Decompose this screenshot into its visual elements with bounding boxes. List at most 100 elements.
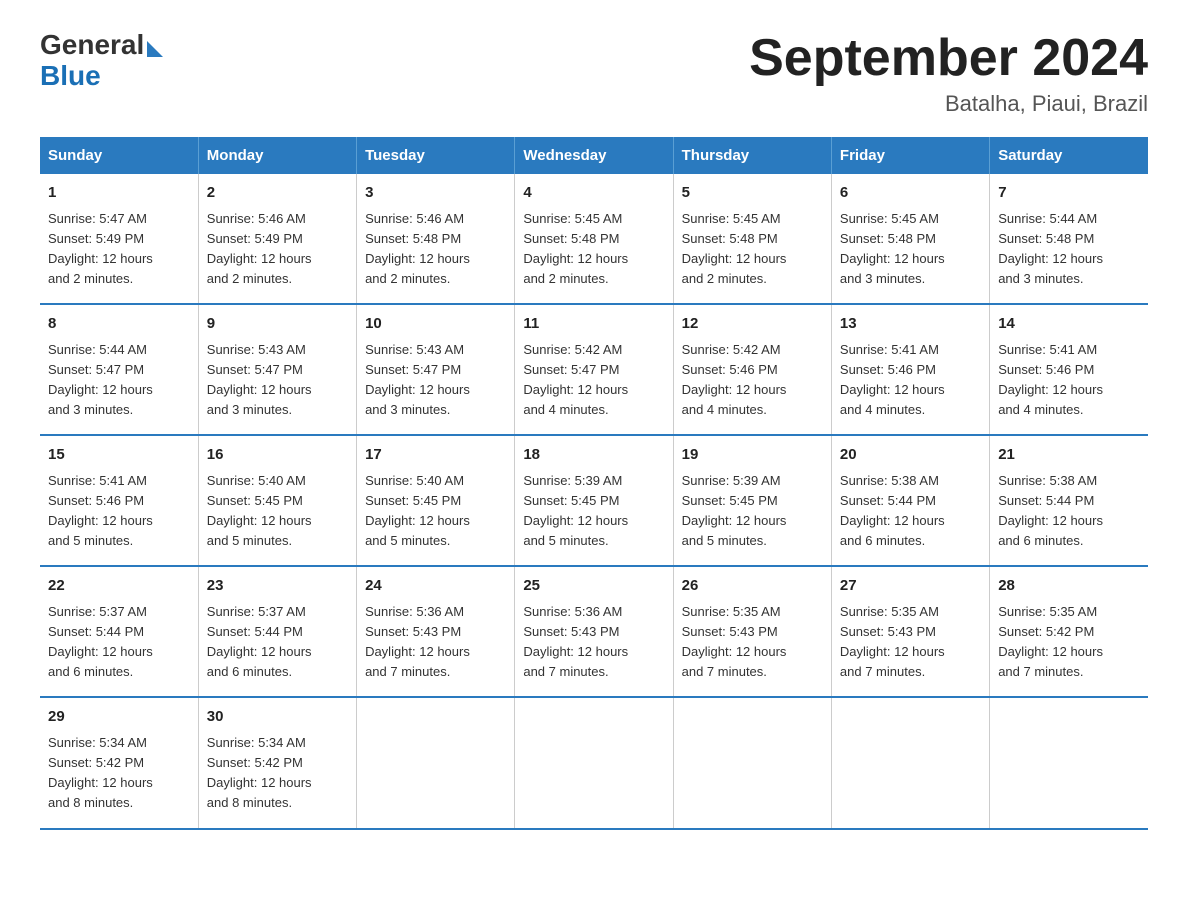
day-number: 8	[48, 313, 190, 336]
day-number: 21	[998, 444, 1140, 467]
day-cell: 10 Sunrise: 5:43 AMSunset: 5:47 PMDayligh…	[357, 304, 515, 435]
day-info: Sunrise: 5:36 AMSunset: 5:43 PMDaylight:…	[523, 602, 664, 683]
day-cell: 22 Sunrise: 5:37 AMSunset: 5:44 PMDayligh…	[40, 566, 198, 697]
calendar-header-row: SundayMondayTuesdayWednesdayThursdayFrid…	[40, 137, 1148, 174]
page-subtitle: Batalha, Piaui, Brazil	[749, 91, 1148, 117]
day-info: Sunrise: 5:43 AMSunset: 5:47 PMDaylight:…	[365, 340, 506, 421]
day-number: 12	[682, 313, 823, 336]
day-info: Sunrise: 5:35 AMSunset: 5:43 PMDaylight:…	[682, 602, 823, 683]
day-cell: 12 Sunrise: 5:42 AMSunset: 5:46 PMDayligh…	[673, 304, 831, 435]
week-row-4: 22 Sunrise: 5:37 AMSunset: 5:44 PMDayligh…	[40, 566, 1148, 697]
day-info: Sunrise: 5:43 AMSunset: 5:47 PMDaylight:…	[207, 340, 348, 421]
day-info: Sunrise: 5:37 AMSunset: 5:44 PMDaylight:…	[207, 602, 348, 683]
day-cell: 17 Sunrise: 5:40 AMSunset: 5:45 PMDayligh…	[357, 435, 515, 566]
day-number: 10	[365, 313, 506, 336]
day-info: Sunrise: 5:40 AMSunset: 5:45 PMDaylight:…	[365, 471, 506, 552]
day-info: Sunrise: 5:45 AMSunset: 5:48 PMDaylight:…	[523, 209, 664, 290]
day-cell: 23 Sunrise: 5:37 AMSunset: 5:44 PMDayligh…	[198, 566, 356, 697]
day-number: 16	[207, 444, 348, 467]
week-row-3: 15 Sunrise: 5:41 AMSunset: 5:46 PMDayligh…	[40, 435, 1148, 566]
week-row-2: 8 Sunrise: 5:44 AMSunset: 5:47 PMDaylight…	[40, 304, 1148, 435]
day-number: 29	[48, 706, 190, 729]
logo: General Blue	[40, 30, 163, 92]
day-cell: 30 Sunrise: 5:34 AMSunset: 5:42 PMDayligh…	[198, 697, 356, 828]
day-info: Sunrise: 5:39 AMSunset: 5:45 PMDaylight:…	[523, 471, 664, 552]
day-cell: 6Sunrise: 5:45 AMSunset: 5:48 PMDaylight…	[831, 174, 989, 304]
day-cell: 16 Sunrise: 5:40 AMSunset: 5:45 PMDayligh…	[198, 435, 356, 566]
day-info: Sunrise: 5:44 AMSunset: 5:48 PMDaylight:…	[998, 209, 1140, 290]
day-number: 15	[48, 444, 190, 467]
day-number: 24	[365, 575, 506, 598]
logo-general: General	[40, 30, 144, 61]
day-cell: 13Sunrise: 5:41 AMSunset: 5:46 PMDayligh…	[831, 304, 989, 435]
header-saturday: Saturday	[990, 137, 1148, 174]
header-thursday: Thursday	[673, 137, 831, 174]
day-info: Sunrise: 5:46 AMSunset: 5:48 PMDaylight:…	[365, 209, 506, 290]
day-cell: 5Sunrise: 5:45 AMSunset: 5:48 PMDaylight…	[673, 174, 831, 304]
day-cell: 19 Sunrise: 5:39 AMSunset: 5:45 PMDayligh…	[673, 435, 831, 566]
day-cell: 7 Sunrise: 5:44 AMSunset: 5:48 PMDaylight…	[990, 174, 1148, 304]
day-cell: 24 Sunrise: 5:36 AMSunset: 5:43 PMDayligh…	[357, 566, 515, 697]
day-info: Sunrise: 5:45 AMSunset: 5:48 PMDaylight:…	[840, 209, 981, 290]
header-friday: Friday	[831, 137, 989, 174]
day-info: Sunrise: 5:44 AMSunset: 5:47 PMDaylight:…	[48, 340, 190, 421]
day-number: 23	[207, 575, 348, 598]
day-number: 27	[840, 575, 981, 598]
day-cell	[515, 697, 673, 828]
header-sunday: Sunday	[40, 137, 198, 174]
day-number: 20	[840, 444, 981, 467]
day-number: 28	[998, 575, 1140, 598]
day-number: 22	[48, 575, 190, 598]
day-cell: 29Sunrise: 5:34 AMSunset: 5:42 PMDayligh…	[40, 697, 198, 828]
day-cell: 18 Sunrise: 5:39 AMSunset: 5:45 PMDayligh…	[515, 435, 673, 566]
day-info: Sunrise: 5:35 AMSunset: 5:43 PMDaylight:…	[840, 602, 981, 683]
day-info: Sunrise: 5:40 AMSunset: 5:45 PMDaylight:…	[207, 471, 348, 552]
day-number: 19	[682, 444, 823, 467]
day-number: 17	[365, 444, 506, 467]
day-cell: 2 Sunrise: 5:46 AMSunset: 5:49 PMDaylight…	[198, 174, 356, 304]
day-number: 11	[523, 313, 664, 336]
day-cell: 11 Sunrise: 5:42 AMSunset: 5:47 PMDayligh…	[515, 304, 673, 435]
day-cell: 4 Sunrise: 5:45 AMSunset: 5:48 PMDaylight…	[515, 174, 673, 304]
header-wednesday: Wednesday	[515, 137, 673, 174]
header-tuesday: Tuesday	[357, 137, 515, 174]
title-block: September 2024 Batalha, Piaui, Brazil	[749, 30, 1148, 117]
day-cell: 26 Sunrise: 5:35 AMSunset: 5:43 PMDayligh…	[673, 566, 831, 697]
day-info: Sunrise: 5:45 AMSunset: 5:48 PMDaylight:…	[682, 209, 823, 290]
day-cell: 27 Sunrise: 5:35 AMSunset: 5:43 PMDayligh…	[831, 566, 989, 697]
day-number: 9	[207, 313, 348, 336]
day-info: Sunrise: 5:39 AMSunset: 5:45 PMDaylight:…	[682, 471, 823, 552]
day-info: Sunrise: 5:35 AMSunset: 5:42 PMDaylight:…	[998, 602, 1140, 683]
day-number: 30	[207, 706, 348, 729]
day-number: 1	[48, 182, 190, 205]
logo-blue: Blue	[40, 60, 101, 91]
day-cell	[357, 697, 515, 828]
day-info: Sunrise: 5:36 AMSunset: 5:43 PMDaylight:…	[365, 602, 506, 683]
week-row-1: 1Sunrise: 5:47 AMSunset: 5:49 PMDaylight…	[40, 174, 1148, 304]
day-info: Sunrise: 5:42 AMSunset: 5:47 PMDaylight:…	[523, 340, 664, 421]
day-info: Sunrise: 5:46 AMSunset: 5:49 PMDaylight:…	[207, 209, 348, 290]
day-cell	[673, 697, 831, 828]
calendar-table: SundayMondayTuesdayWednesdayThursdayFrid…	[40, 137, 1148, 829]
day-info: Sunrise: 5:42 AMSunset: 5:46 PMDaylight:…	[682, 340, 823, 421]
day-info: Sunrise: 5:38 AMSunset: 5:44 PMDaylight:…	[840, 471, 981, 552]
day-info: Sunrise: 5:34 AMSunset: 5:42 PMDaylight:…	[207, 733, 348, 814]
day-cell: 14Sunrise: 5:41 AMSunset: 5:46 PMDayligh…	[990, 304, 1148, 435]
header-monday: Monday	[198, 137, 356, 174]
day-number: 2	[207, 182, 348, 205]
day-cell: 21 Sunrise: 5:38 AMSunset: 5:44 PMDayligh…	[990, 435, 1148, 566]
day-cell: 20 Sunrise: 5:38 AMSunset: 5:44 PMDayligh…	[831, 435, 989, 566]
day-number: 26	[682, 575, 823, 598]
day-cell	[831, 697, 989, 828]
day-number: 7	[998, 182, 1140, 205]
day-info: Sunrise: 5:41 AMSunset: 5:46 PMDaylight:…	[48, 471, 190, 552]
day-info: Sunrise: 5:37 AMSunset: 5:44 PMDaylight:…	[48, 602, 190, 683]
day-info: Sunrise: 5:41 AMSunset: 5:46 PMDaylight:…	[840, 340, 981, 421]
day-number: 4	[523, 182, 664, 205]
day-info: Sunrise: 5:41 AMSunset: 5:46 PMDaylight:…	[998, 340, 1140, 421]
day-cell: 9 Sunrise: 5:43 AMSunset: 5:47 PMDaylight…	[198, 304, 356, 435]
day-cell	[990, 697, 1148, 828]
day-number: 18	[523, 444, 664, 467]
day-number: 3	[365, 182, 506, 205]
day-info: Sunrise: 5:38 AMSunset: 5:44 PMDaylight:…	[998, 471, 1140, 552]
